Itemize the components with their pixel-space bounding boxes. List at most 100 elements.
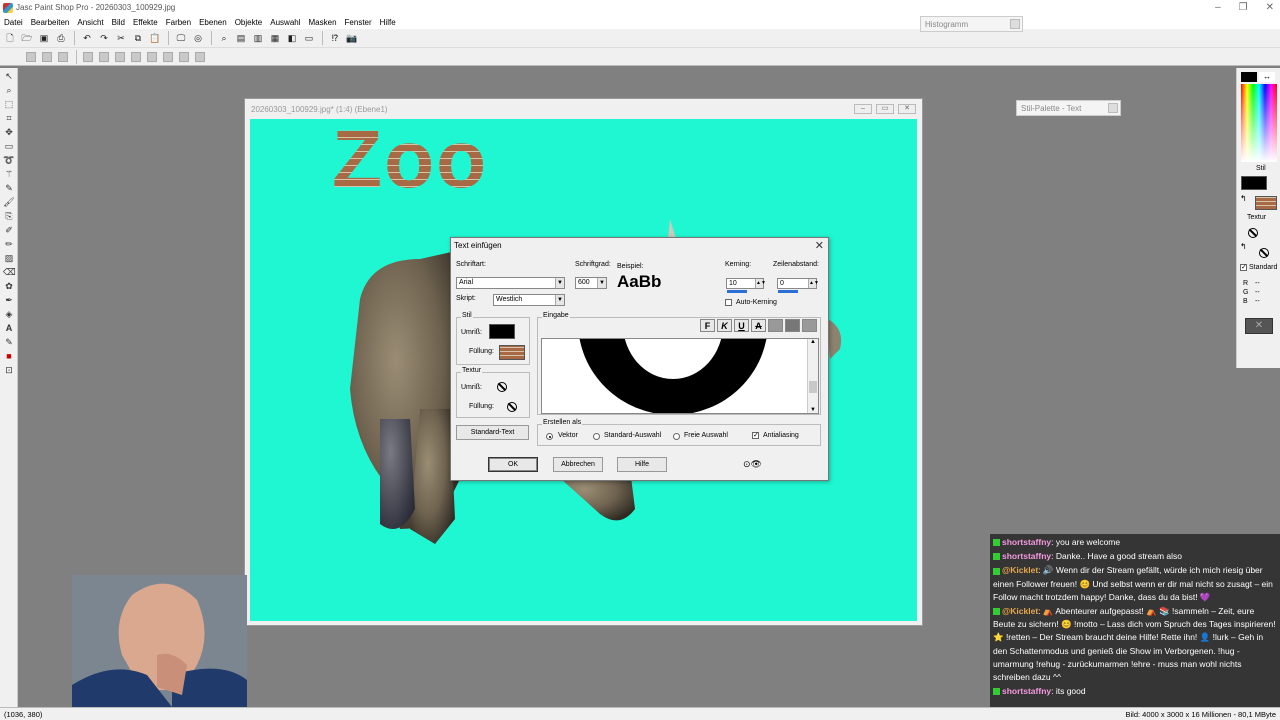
align-left-icon[interactable] — [768, 319, 783, 332]
selection-icon[interactable]: ▭ — [3, 140, 15, 152]
deform-icon[interactable]: ⬚ — [3, 98, 15, 110]
cut-icon[interactable]: ✂ — [115, 32, 127, 44]
save-icon[interactable]: ▣ — [38, 32, 50, 44]
dialog-close-icon[interactable]: ✕ — [815, 239, 824, 252]
clone-icon[interactable]: ⎘ — [3, 210, 15, 222]
color-picker[interactable] — [1241, 84, 1277, 162]
menu-farben[interactable]: Farben — [166, 18, 191, 27]
dropper-icon[interactable]: ✎ — [3, 182, 15, 194]
menu-objekte[interactable]: Objekte — [235, 18, 263, 27]
italic-button[interactable]: K — [717, 319, 732, 332]
vector-radio[interactable] — [546, 433, 553, 440]
pointer-icon[interactable]: ↖ — [3, 70, 15, 82]
magic-wand-icon[interactable]: ⚚ — [3, 168, 15, 180]
text-input-area[interactable]: ▲ ▼ — [541, 338, 819, 414]
object-select-icon[interactable]: ⊡ — [3, 364, 15, 376]
auto-kerning-checkbox[interactable] — [725, 299, 732, 306]
scroll-down-icon[interactable]: ▼ — [808, 407, 818, 413]
stil-outline-swatch[interactable] — [489, 324, 515, 339]
tool-icon[interactable] — [115, 51, 125, 62]
menu-ebenen[interactable]: Ebenen — [199, 18, 227, 27]
standard-checkbox[interactable]: ✓ — [1240, 264, 1247, 271]
print-icon[interactable]: ⎙ — [55, 32, 67, 44]
new-file-icon[interactable]: 🗋 — [4, 32, 16, 44]
histogram-palette[interactable]: Histogramm — [920, 16, 1023, 32]
menu-auswahl[interactable]: Auswahl — [270, 18, 300, 27]
camera-icon[interactable]: 📷 — [346, 32, 358, 44]
color-replace-icon[interactable]: ✐ — [3, 224, 15, 236]
airbrush-icon[interactable]: ✒ — [3, 294, 15, 306]
retouch-icon[interactable]: ✏ — [3, 238, 15, 250]
help-button[interactable]: Hilfe — [617, 457, 667, 472]
spinner-arrows-icon[interactable]: ▲▼ — [808, 279, 819, 288]
tool-icon[interactable] — [42, 51, 52, 62]
help-cursor-icon[interactable]: ⁉ — [329, 32, 341, 44]
standard-text-button[interactable]: Standard-Text — [456, 425, 529, 440]
menu-hilfe[interactable]: Hilfe — [380, 18, 396, 27]
tool-icon[interactable] — [179, 51, 189, 62]
no-texture-icon[interactable] — [497, 382, 507, 392]
redo-icon[interactable]: ↷ — [98, 32, 110, 44]
zoom-icon[interactable]: ⌕ — [3, 84, 15, 96]
foreground-color[interactable] — [1241, 72, 1257, 82]
close-button[interactable]: ✕ — [898, 104, 916, 114]
menu-fenster[interactable]: Fenster — [345, 18, 372, 27]
font-select[interactable]: Arial ▼ — [456, 277, 565, 289]
kerning-spinner[interactable]: 10 ▲▼ — [726, 278, 766, 289]
copy-icon[interactable]: ⧉ — [132, 32, 144, 44]
tool-icon[interactable] — [26, 51, 36, 62]
minimize-button[interactable]: – — [854, 104, 872, 114]
monitor-icon[interactable]: 🖵 — [175, 32, 187, 44]
tool-icon[interactable] — [147, 51, 157, 62]
line-spacing-spinner[interactable]: 0 ▲▼ — [777, 278, 819, 289]
kerning-slider[interactable] — [727, 290, 747, 293]
text-tool-icon[interactable]: A — [3, 322, 15, 334]
fill-style-swatch[interactable] — [1255, 196, 1277, 210]
crop-icon[interactable]: ⌗ — [3, 112, 15, 124]
maximize-button[interactable]: ❐ — [1239, 2, 1248, 13]
menu-effekte[interactable]: Effekte — [133, 18, 158, 27]
close-icon[interactable] — [1010, 19, 1020, 29]
move-icon[interactable]: ✥ — [3, 126, 15, 138]
minimize-button[interactable]: – — [1215, 2, 1221, 13]
scroll-up-icon[interactable]: ▲ — [808, 339, 818, 345]
style-palette[interactable]: Stil-Palette - Text — [1016, 100, 1121, 116]
ok-button[interactable]: OK — [488, 457, 538, 472]
tool-icon[interactable] — [83, 51, 93, 62]
picture-icon[interactable]: ▦ — [269, 32, 281, 44]
toggle-toolbar-icon[interactable]: ▭ — [303, 32, 315, 44]
overview-icon[interactable]: ▤ — [235, 32, 247, 44]
tool-icon[interactable] — [99, 51, 109, 62]
eraser-icon[interactable]: ⌫ — [3, 266, 16, 278]
layers-icon[interactable]: ◧ — [286, 32, 298, 44]
tool-icon[interactable] — [131, 51, 141, 62]
menu-ansicht[interactable]: Ansicht — [77, 18, 103, 27]
preview-eye-icon[interactable]: ⊙👁 — [743, 459, 779, 471]
lasso-icon[interactable]: ➰ — [3, 154, 15, 166]
spinner-arrows-icon[interactable]: ▲▼ — [755, 279, 766, 288]
tool-icon[interactable] — [195, 51, 205, 62]
cancel-button[interactable]: Abbrechen — [553, 457, 603, 472]
align-right-icon[interactable] — [802, 319, 817, 332]
undo-icon[interactable]: ↶ — [81, 32, 93, 44]
menu-masken[interactable]: Masken — [309, 18, 337, 27]
picture-tube-icon[interactable]: ✿ — [3, 280, 15, 292]
maximize-button[interactable]: ▭ — [876, 104, 894, 114]
free-selection-radio[interactable] — [673, 433, 680, 440]
strikethrough-button[interactable]: A — [751, 319, 766, 332]
standard-selection-radio[interactable] — [593, 433, 600, 440]
scrollbar[interactable]: ▲ ▼ — [807, 339, 818, 413]
underline-button[interactable]: U — [734, 319, 749, 332]
close-icon[interactable] — [1108, 103, 1118, 113]
tool-icon[interactable] — [163, 51, 173, 62]
no-texture-icon[interactable] — [1248, 228, 1258, 238]
script-select[interactable]: Westlich ▼ — [493, 294, 565, 306]
draw-icon[interactable]: ✎ — [3, 336, 15, 348]
stil-fill-swatch[interactable] — [499, 345, 525, 360]
tool-icon[interactable] — [58, 51, 68, 62]
menu-bild[interactable]: Bild — [112, 18, 125, 27]
line-spacing-slider[interactable] — [778, 290, 798, 293]
no-texture-icon[interactable] — [1259, 248, 1269, 258]
open-folder-icon[interactable]: 🗁 — [21, 32, 33, 44]
menu-datei[interactable]: Datei — [4, 18, 23, 27]
